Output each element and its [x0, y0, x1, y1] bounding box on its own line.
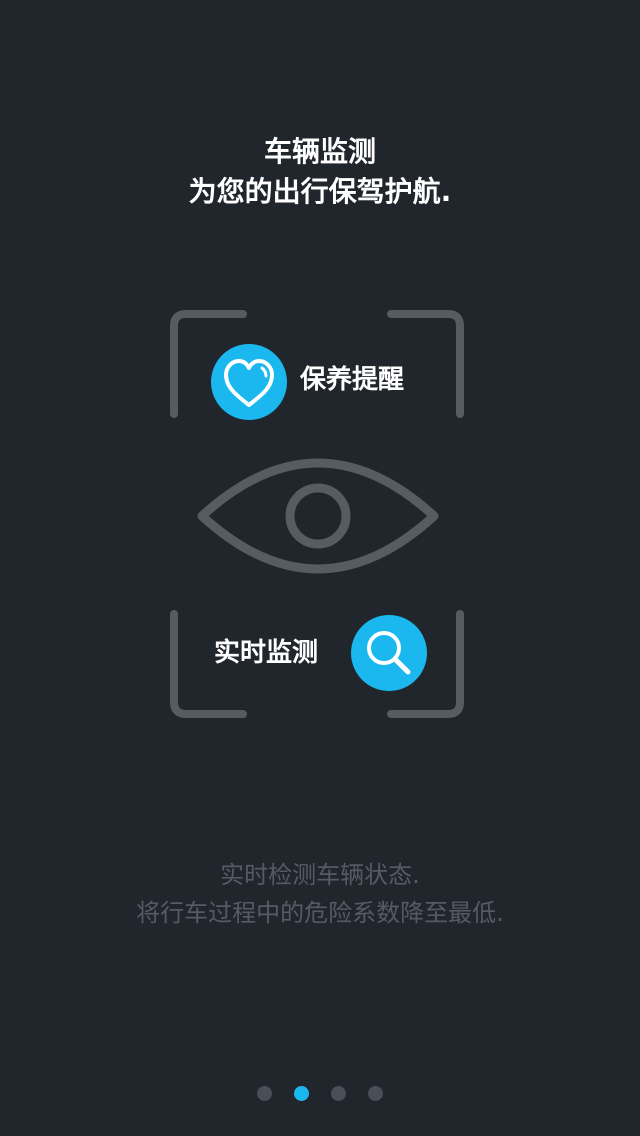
eye-pupil [285, 483, 351, 549]
heart-badge [211, 344, 287, 420]
realtime-monitor-label: 实时监测 [214, 638, 319, 668]
magnifier-badge [351, 615, 427, 691]
eye-outline [197, 458, 439, 574]
monitoring-illustration [170, 310, 464, 718]
eye-icon [197, 458, 439, 574]
feature-description: 实时检测车辆状态. 将行车过程中的危险系数降至最低. [0, 856, 640, 932]
magnifier-icon [351, 615, 427, 691]
page-dot-4[interactable] [368, 1086, 383, 1101]
page-dot-2-active[interactable] [294, 1086, 309, 1101]
page-dot-1[interactable] [257, 1086, 272, 1101]
description-line-2: 将行车过程中的危险系数降至最低. [136, 899, 504, 927]
page-dot-3[interactable] [331, 1086, 346, 1101]
page-indicator [0, 1086, 640, 1102]
heart-icon [211, 344, 287, 420]
description-line-1: 实时检测车辆状态. [220, 861, 420, 889]
maintenance-reminder-label: 保养提醒 [300, 365, 405, 395]
